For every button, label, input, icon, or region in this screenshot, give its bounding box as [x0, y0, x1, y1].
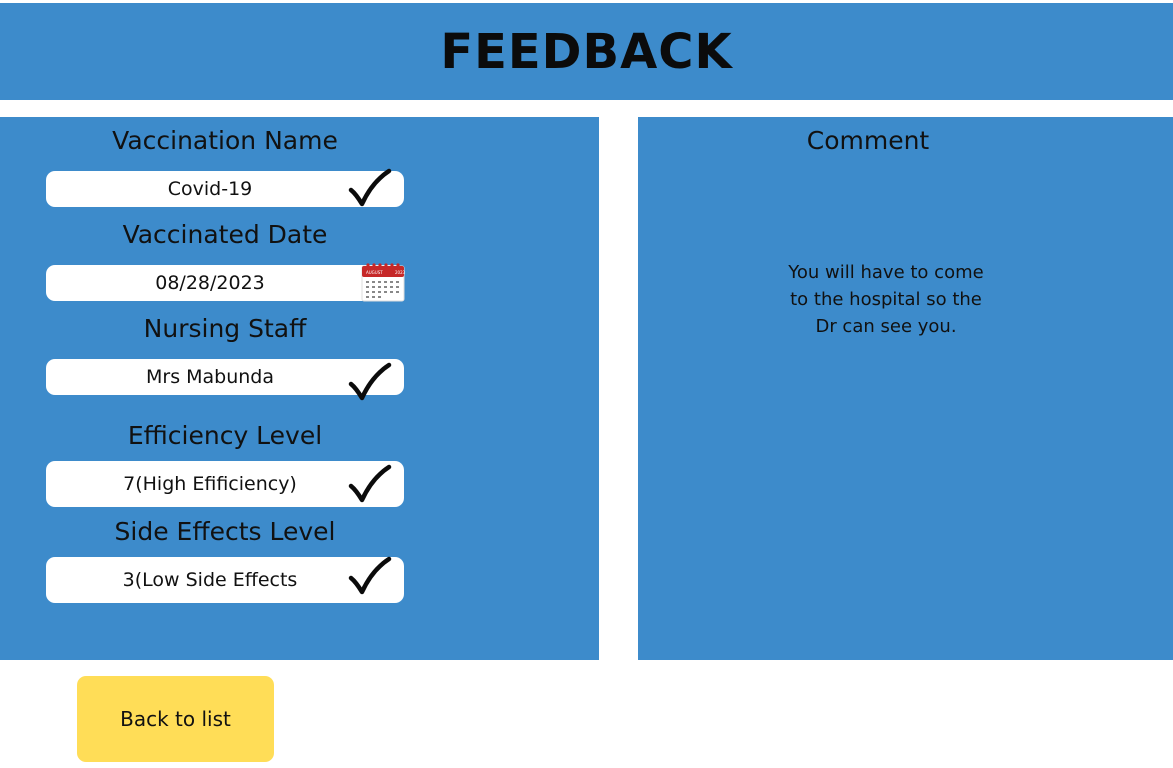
comment-title: Comment	[806, 126, 930, 155]
comment-panel	[638, 117, 1173, 660]
side-effects-level-value: 3(Low Side Effects	[122, 569, 298, 591]
checkmark-icon	[348, 556, 392, 595]
checkmark-icon	[348, 464, 392, 503]
nursing-staff-label: Nursing Staff	[143, 314, 307, 343]
vaccinated-date-label: Vaccinated Date	[122, 220, 328, 249]
page-title: FEEDBACK	[440, 23, 733, 80]
calendar-icon-year: 2023	[395, 270, 405, 275]
side-effects-level-label: Side Effects Level	[114, 517, 336, 546]
page-header: FEEDBACK	[0, 3, 1173, 100]
calendar-icon-month: AUGUST	[366, 270, 383, 275]
nursing-staff-value: Mrs Mabunda	[145, 366, 275, 388]
back-to-list-label: Back to list	[120, 707, 231, 731]
vaccinated-date-value: 08/28/2023	[155, 272, 265, 294]
back-to-list-button[interactable]: Back to list	[77, 676, 274, 762]
efficiency-level-value: 7(High Efificiency)	[123, 473, 297, 495]
comment-line: to the hospital so the	[790, 289, 982, 310]
vaccination-name-value: Covid-19	[167, 178, 253, 200]
comment-text: You will have to come to the hospital so…	[748, 259, 1024, 340]
vaccinated-date-field[interactable]: 08/28/2023	[46, 265, 404, 301]
calendar-icon[interactable]: AUGUST 2023	[361, 262, 405, 302]
vaccination-name-label: Vaccination Name	[112, 126, 338, 155]
efficiency-level-label: Efficiency Level	[127, 421, 323, 450]
checkmark-icon	[348, 362, 392, 401]
comment-line: You will have to come	[788, 262, 984, 283]
checkmark-icon	[348, 168, 392, 207]
comment-line: Dr can see you.	[815, 316, 957, 337]
